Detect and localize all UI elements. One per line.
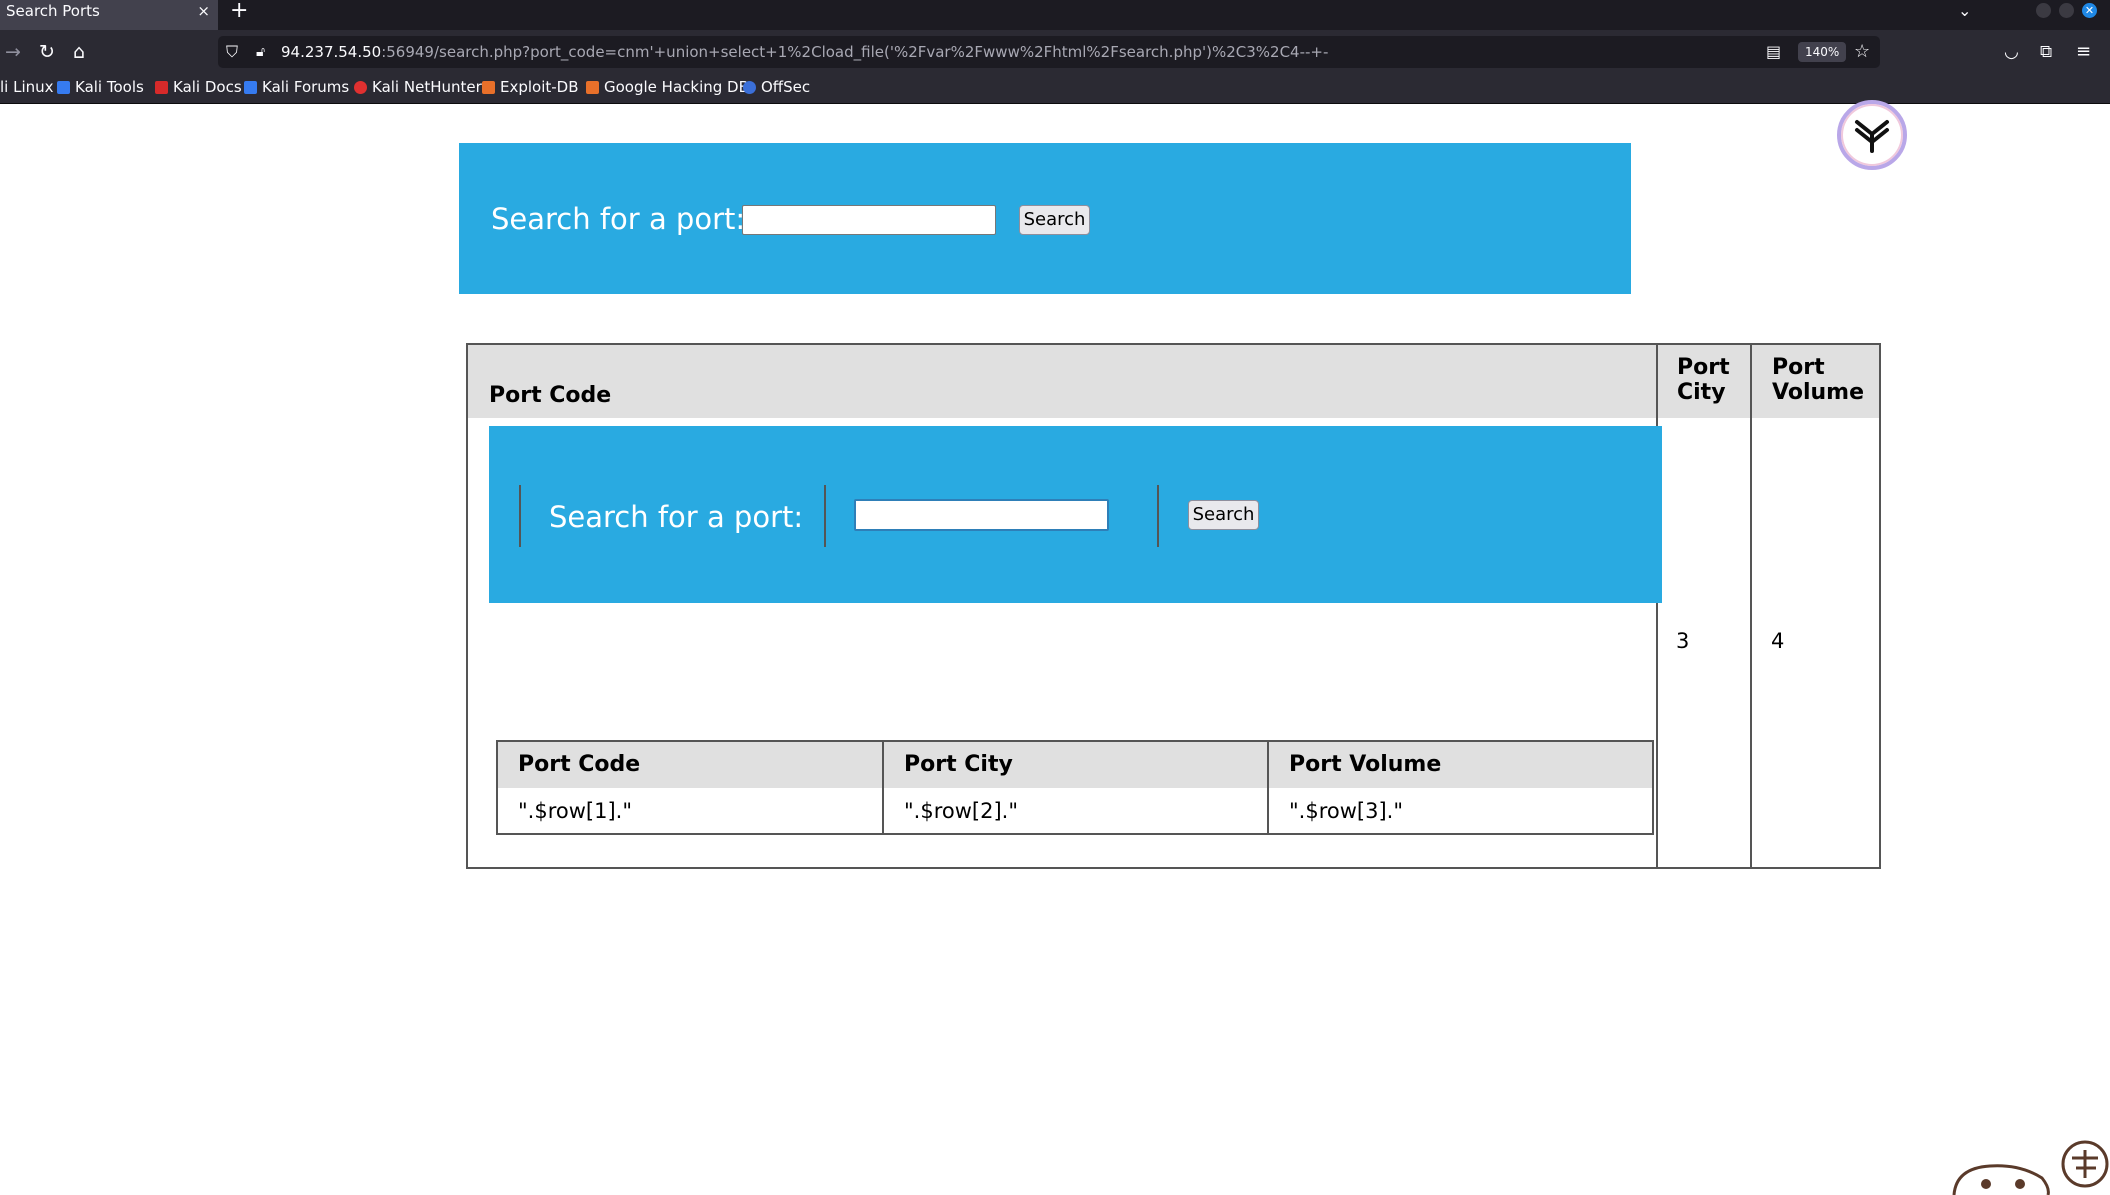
url-path: :56949/search.php?port_code=cnm'+union+s… [381, 43, 1329, 61]
bookmark-kali-tools[interactable]: Kali Tools [57, 74, 144, 101]
extension-logo-glyph [1855, 120, 1889, 153]
new-tab-icon[interactable]: + [230, 0, 248, 22]
search-button[interactable]: Search [1019, 205, 1090, 235]
bookmark-star-icon[interactable]: ☆ [1854, 36, 1870, 68]
shield-icon[interactable]: ⛉ [226, 36, 238, 68]
column-divider [882, 742, 884, 833]
bookmarks-toolbar: li Linux Kali Tools Kali Docs Kali Forum… [0, 74, 2110, 104]
bookmark-label: Kali Docs [173, 78, 242, 96]
reload-icon[interactable]: ↻ [39, 30, 55, 74]
injected-header-port-volume: Port Volume [1289, 752, 1442, 777]
reader-view-icon[interactable]: ▤ [1766, 36, 1781, 68]
extensions-icon[interactable]: ⧉ [2040, 30, 2052, 74]
column-header-port-city: Port City [1677, 355, 1730, 405]
search-panel: Search for a port: Search [459, 143, 1631, 294]
injected-search-panel: Search for a port: Search [489, 426, 1662, 603]
navigation-toolbar: → ↻ ⌂ ⛉ 🔓︎ 94.237.54.50:56949/search.php… [0, 30, 2110, 74]
injected-search-button[interactable]: Search [1188, 500, 1259, 530]
column-divider [1267, 742, 1269, 833]
offsec-icon [743, 81, 756, 94]
mascot-sticker-icon [1952, 1140, 2109, 1195]
cell-divider [824, 485, 826, 547]
kali-tools-icon [57, 81, 70, 94]
google-hacking-db-icon [586, 81, 599, 94]
bookmark-label: Kali NetHunter [372, 78, 482, 96]
url-bar[interactable]: ⛉ 🔓︎ 94.237.54.50:56949/search.php?port_… [218, 36, 1880, 68]
close-window-icon[interactable]: ✕ [2082, 3, 2097, 18]
injected-search-label: Search for a port: [549, 500, 804, 534]
exploit-db-icon [482, 81, 495, 94]
bookmark-exploit-db[interactable]: Exploit-DB [482, 74, 579, 101]
pocket-icon[interactable]: ◡ [2004, 30, 2019, 74]
injected-header-port-city: Port City [904, 752, 1013, 777]
tab-bar: Search Ports × + ⌄ ✕ [0, 0, 2110, 30]
kali-docs-icon [155, 81, 168, 94]
injected-port-search-input[interactable] [854, 499, 1109, 531]
bookmark-label: Google Hacking DB [604, 78, 749, 96]
bookmark-kali-linux[interactable]: li Linux [0, 74, 54, 101]
port-search-input[interactable] [742, 205, 996, 235]
list-all-tabs-icon[interactable]: ⌄ [1958, 0, 1971, 22]
tab-search-ports[interactable]: Search Ports × [0, 0, 218, 30]
extension-logo-icon[interactable] [1837, 100, 1907, 170]
maximize-window-icon[interactable] [2059, 3, 2074, 18]
zoom-level-badge[interactable]: 140% [1798, 42, 1847, 62]
injected-cell-port-code: ".$row[1]." [518, 799, 632, 823]
bookmark-kali-docs[interactable]: Kali Docs [155, 74, 242, 101]
injected-table-header [498, 742, 1652, 788]
injected-cell-port-volume: ".$row[3]." [1289, 799, 1403, 823]
results-table-header [468, 345, 1879, 418]
bookmark-label: Exploit-DB [500, 78, 579, 96]
injected-cell-port-city: ".$row[2]." [904, 799, 1018, 823]
cell-port-volume: 4 [1771, 629, 1785, 653]
bookmark-label: OffSec [761, 78, 811, 96]
tab-title: Search Ports [6, 2, 100, 20]
search-label: Search for a port: [491, 202, 746, 236]
insecure-lock-icon[interactable]: 🔓︎ [256, 36, 265, 68]
column-divider [1750, 345, 1752, 867]
url-text[interactable]: 94.237.54.50:56949/search.php?port_code=… [281, 36, 1328, 68]
column-divider [1656, 345, 1658, 867]
bookmark-label: Kali Tools [75, 78, 144, 96]
kali-forums-icon [244, 81, 257, 94]
url-host: 94.237.54.50 [281, 43, 382, 61]
column-header-port-code: Port Code [489, 383, 612, 408]
bookmark-kali-nethunter[interactable]: Kali NetHunter [354, 74, 482, 101]
cell-divider [519, 485, 521, 547]
hamburger-menu-icon[interactable]: ≡ [2076, 30, 2091, 74]
close-tab-icon[interactable]: × [197, 0, 210, 22]
cell-port-city: 3 [1676, 629, 1690, 653]
bookmark-label: li Linux [0, 78, 54, 96]
bookmark-google-hacking-db[interactable]: Google Hacking DB [586, 74, 749, 101]
column-header-port-volume: Port Volume [1772, 355, 1864, 405]
bookmark-kali-forums[interactable]: Kali Forums [244, 74, 349, 101]
minimize-window-icon[interactable] [2036, 3, 2051, 18]
bookmark-offsec[interactable]: OffSec [743, 74, 810, 101]
home-icon[interactable]: ⌂ [73, 30, 85, 74]
injected-results-table: Port Code Port City Port Volume ".$row[1… [496, 740, 1654, 835]
cell-divider [1157, 485, 1159, 547]
injected-header-port-code: Port Code [518, 752, 641, 777]
back-arrow-icon[interactable]: → [5, 30, 21, 74]
bookmark-label: Kali Forums [262, 78, 350, 96]
kali-nethunter-icon [354, 81, 367, 94]
